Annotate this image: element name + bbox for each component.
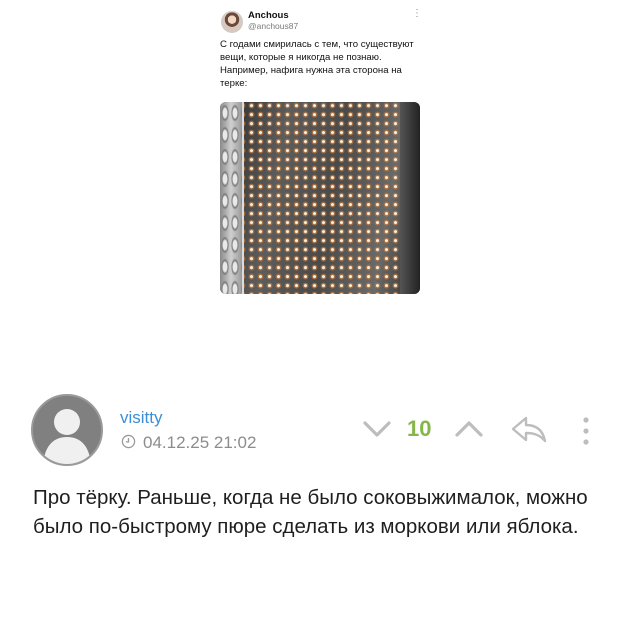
tweet-text: С годами смирилась с тем, что существуют… — [220, 39, 414, 89]
comment-username[interactable]: visitty — [120, 408, 163, 428]
tweet-author-avatar — [221, 11, 243, 33]
comment-timestamp: 04.12.25 21:02 — [143, 433, 257, 452]
comment-body: Про тёрку. Раньше, когда не было соковыж… — [33, 486, 588, 538]
reply-icon[interactable] — [510, 414, 548, 444]
tweet-photo-grater — [220, 102, 420, 294]
vote-up-icon[interactable] — [454, 418, 484, 440]
vote-down-icon[interactable] — [362, 418, 392, 440]
clock-icon — [121, 434, 136, 449]
more-vertical-icon[interactable] — [580, 416, 592, 446]
grater-edge — [400, 102, 420, 294]
embedded-tweet: Anchous @anchous87 ⋮ С годами смирилась … — [210, 0, 430, 300]
tweet-author-name: Anchous — [248, 10, 289, 21]
grater-side-strip — [220, 102, 244, 294]
comment-score: 10 — [407, 416, 432, 441]
comment-author-avatar[interactable] — [31, 394, 103, 466]
tweet-more-icon: ⋮ — [412, 8, 422, 19]
default-user-icon — [43, 409, 91, 464]
tweet-author-handle: @anchous87 — [248, 21, 299, 31]
